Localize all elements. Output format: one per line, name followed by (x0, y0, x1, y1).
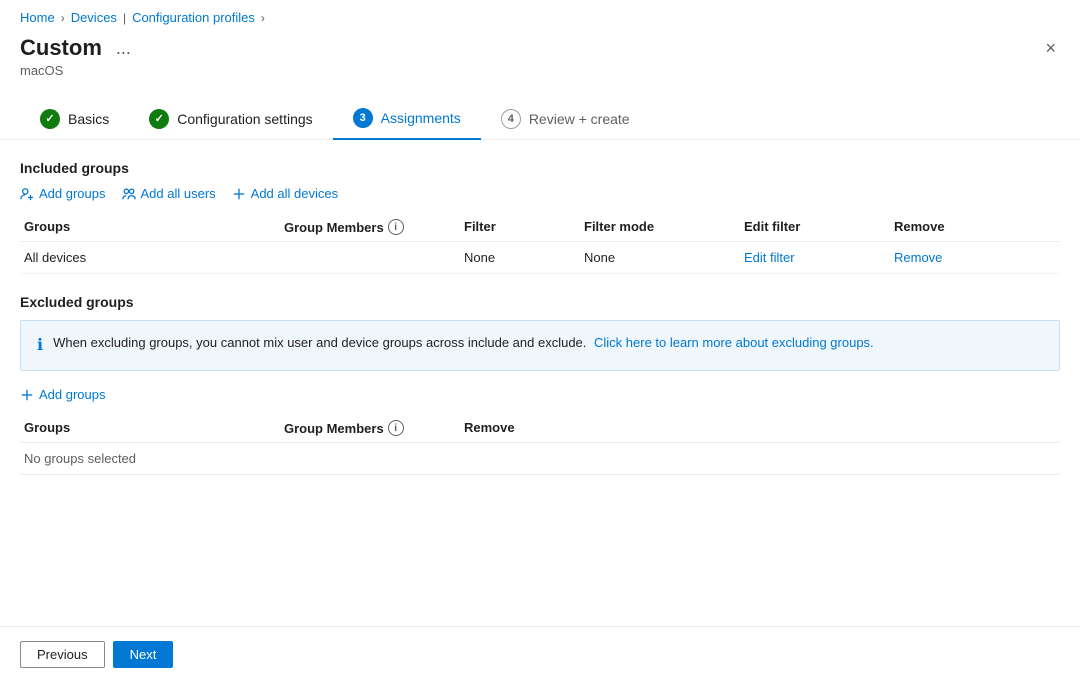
page-header: Custom ... macOS × (0, 31, 1080, 88)
included-table: Groups Group Members i Filter Filter mod… (20, 213, 1060, 274)
step-review-label: Review + create (529, 111, 630, 127)
main-content: Included groups Add groups Add all users… (0, 140, 1080, 495)
breadcrumb-sep-pipe: | (123, 11, 126, 25)
remove-link[interactable]: Remove (894, 250, 942, 265)
excl-col-remove: Remove (460, 420, 560, 436)
row-group-name: All devices (20, 250, 280, 265)
add-all-devices-icon (232, 187, 246, 201)
add-all-users-label: Add all users (141, 186, 216, 201)
included-actions-bar: Add groups Add all users Add all devices (20, 186, 1060, 201)
step-config-label: Configuration settings (177, 111, 312, 127)
page-title-block: Custom ... macOS (20, 35, 137, 78)
next-button[interactable]: Next (113, 641, 174, 668)
breadcrumb-sep1: › (61, 11, 65, 25)
add-all-users-button[interactable]: Add all users (122, 186, 216, 201)
edit-filter-link[interactable]: Edit filter (744, 250, 795, 265)
table-row: All devices None None Edit filter Remove (20, 242, 1060, 274)
excluded-table: Groups Group Members i Remove No groups … (20, 414, 1060, 475)
excl-group-members-info-icon[interactable]: i (388, 420, 404, 436)
row-edit-filter-link[interactable]: Edit filter (740, 250, 890, 265)
close-button[interactable]: × (1041, 35, 1060, 61)
breadcrumb-devices[interactable]: Devices (71, 10, 117, 25)
breadcrumb-sep2: › (261, 11, 265, 25)
step-basics-icon: ✓ (40, 109, 60, 129)
learn-more-link[interactable]: Click here to learn more about excluding… (594, 335, 874, 350)
breadcrumb: Home › Devices | Configuration profiles … (0, 0, 1080, 31)
info-box-icon: ℹ (37, 334, 43, 358)
add-groups-button[interactable]: Add groups (20, 186, 106, 201)
add-all-users-icon (122, 187, 136, 201)
col-filter: Filter (460, 219, 580, 235)
no-groups-message: No groups selected (20, 443, 1060, 475)
previous-button[interactable]: Previous (20, 641, 105, 668)
excluded-table-header: Groups Group Members i Remove (20, 414, 1060, 443)
step-config[interactable]: ✓ Configuration settings (129, 101, 332, 139)
step-config-icon: ✓ (149, 109, 169, 129)
col-filter-mode: Filter mode (580, 219, 740, 235)
add-groups-label: Add groups (39, 186, 106, 201)
step-review[interactable]: 4 Review + create (481, 101, 650, 139)
add-all-devices-label: Add all devices (251, 186, 338, 201)
page-subtitle: macOS (20, 63, 137, 78)
col-edit-filter: Edit filter (740, 219, 890, 235)
excl-col-group-members: Group Members i (280, 420, 460, 436)
step-review-icon: 4 (501, 109, 521, 129)
excluded-add-groups-label: Add groups (39, 387, 106, 402)
row-filter-mode: None (580, 250, 740, 265)
col-group-members: Group Members i (280, 219, 460, 235)
more-button[interactable]: ... (110, 36, 137, 61)
breadcrumb-home[interactable]: Home (20, 10, 55, 25)
step-assignments-label: Assignments (381, 110, 461, 126)
step-assignments-icon: 3 (353, 108, 373, 128)
info-box: ℹ When excluding groups, you cannot mix … (20, 320, 1060, 371)
wizard-steps: ✓ Basics ✓ Configuration settings 3 Assi… (0, 88, 1080, 140)
page-title: Custom (20, 35, 102, 61)
excl-col-groups: Groups (20, 420, 280, 436)
step-basics[interactable]: ✓ Basics (20, 101, 129, 139)
excluded-add-groups-button[interactable]: Add groups (20, 387, 106, 402)
breadcrumb-config-profiles[interactable]: Configuration profiles (132, 10, 255, 25)
add-all-devices-button[interactable]: Add all devices (232, 186, 338, 201)
step-assignments[interactable]: 3 Assignments (333, 100, 481, 140)
excluded-add-groups-icon (20, 388, 34, 402)
included-table-header: Groups Group Members i Filter Filter mod… (20, 213, 1060, 242)
group-members-info-icon[interactable]: i (388, 219, 404, 235)
col-groups: Groups (20, 219, 280, 235)
row-filter: None (460, 250, 580, 265)
add-groups-icon (20, 187, 34, 201)
info-box-text: When excluding groups, you cannot mix us… (53, 333, 874, 353)
included-groups-title: Included groups (20, 160, 1060, 176)
excluded-groups-title: Excluded groups (20, 294, 1060, 310)
footer: Previous Next (0, 626, 1080, 682)
step-basics-label: Basics (68, 111, 109, 127)
col-remove: Remove (890, 219, 990, 235)
row-remove-link[interactable]: Remove (890, 250, 990, 265)
excluded-groups-section: Excluded groups ℹ When excluding groups,… (20, 294, 1060, 475)
